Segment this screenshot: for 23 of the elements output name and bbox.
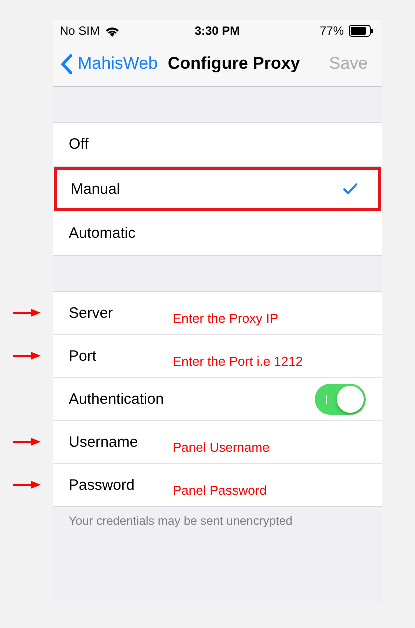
chevron-left-icon bbox=[61, 54, 73, 74]
annotation-text: Panel Password bbox=[173, 482, 267, 498]
setting-label: Server bbox=[69, 304, 114, 322]
setting-label: Password bbox=[69, 476, 136, 494]
footer-note: Your credentials may be sent unencrypted bbox=[68, 513, 294, 530]
checkmark-icon bbox=[343, 183, 358, 195]
setting-label: Username bbox=[69, 434, 140, 450]
back-button[interactable]: MahisWeb bbox=[61, 54, 158, 74]
proxy-mode-option[interactable]: Automatic bbox=[53, 211, 382, 255]
battery-icon bbox=[349, 25, 374, 37]
screen-title: Configure Proxy bbox=[168, 54, 302, 74]
setting-label: Port bbox=[69, 348, 98, 364]
battery-percent: 77% bbox=[320, 24, 344, 38]
annotation-text: Enter the Proxy IP bbox=[173, 310, 278, 326]
carrier-label: No SIM bbox=[60, 24, 100, 38]
authentication-switch[interactable] bbox=[315, 384, 366, 414]
proxy-mode-option[interactable]: Off bbox=[53, 123, 382, 167]
wifi-icon bbox=[105, 26, 120, 36]
proxy-mode-option[interactable]: Manual bbox=[54, 167, 381, 211]
annotation-text: Enter the Port i.e 1212 bbox=[173, 354, 304, 368]
clock: 3:30 PM bbox=[194, 24, 242, 38]
annotation-text: Panel Username bbox=[173, 440, 270, 454]
setting-label: Authentication bbox=[69, 390, 166, 408]
